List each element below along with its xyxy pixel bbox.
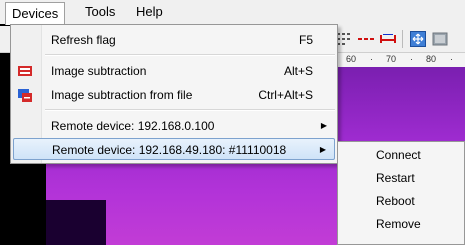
menu-devices[interactable]: Devices — [5, 2, 66, 25]
menubar: Devices Tools Help — [0, 0, 465, 25]
submenu-item-label: Connect — [376, 148, 421, 162]
toolbar-separator — [402, 30, 403, 48]
menu-help[interactable]: Help — [130, 3, 169, 21]
grid-icon[interactable] — [336, 31, 352, 47]
image-subtraction-file-icon — [18, 89, 32, 102]
submenu-item-remove[interactable]: Remove — [340, 213, 460, 235]
ruler-dot: · — [370, 54, 373, 64]
ruler-tick-label: 60 — [346, 54, 357, 64]
submenu-arrow-icon: ▶ — [319, 145, 326, 154]
menu-item-shortcut: Ctrl+Alt+S — [258, 88, 313, 102]
ruler-dot: · — [410, 54, 413, 64]
devices-dropdown: Refresh flag F5 Image subtraction Alt+S … — [10, 24, 338, 164]
dashed-line-icon[interactable] — [358, 31, 374, 47]
menu-separator — [45, 109, 335, 111]
submenu-item-label: Reboot — [376, 194, 415, 208]
ruler-dot: · — [450, 54, 453, 64]
submenu-item-label: Remove — [376, 217, 421, 231]
menu-item-label: Remote device: 192.168.49.180: #11110018 — [52, 143, 287, 157]
menu-item-shortcut: F5 — [298, 33, 313, 47]
menu-item-remote-device-2[interactable]: Remote device: 192.168.49.180: #11110018… — [13, 138, 335, 160]
measure-line-icon[interactable] — [380, 31, 396, 47]
menu-item-image-subtraction[interactable]: Image subtraction Alt+S — [13, 60, 335, 82]
submenu-item-connect[interactable]: Connect — [340, 144, 460, 166]
menu-item-label: Image subtraction — [51, 64, 147, 78]
ruler-tick-label: 80 — [426, 54, 437, 64]
menu-item-image-subtraction-from-file[interactable]: Image subtraction from file Ctrl+Alt+S — [13, 84, 335, 106]
submenu-item-restart[interactable]: Restart — [340, 167, 460, 189]
menu-separator — [45, 54, 335, 56]
menu-item-remote-device-1[interactable]: Remote device: 192.168.0.100 ▶ — [13, 115, 335, 137]
ruler-tick-label: 70 — [386, 54, 397, 64]
fit-screen-icon[interactable] — [410, 31, 426, 47]
remote-device-submenu: Connect Restart Reboot Remove — [337, 141, 465, 245]
ruler: 60 · 70 · 80 · — [320, 53, 465, 68]
image-icon[interactable] — [432, 31, 448, 47]
submenu-arrow-icon: ▶ — [320, 121, 327, 130]
thermal-image-dark-region — [46, 200, 106, 245]
menu-item-label: Remote device: 192.168.0.100 — [51, 119, 215, 133]
menu-item-shortcut: Alt+S — [283, 64, 313, 78]
menu-item-label: Image subtraction from file — [51, 88, 193, 102]
menu-item-refresh-flag[interactable]: Refresh flag F5 — [13, 29, 335, 51]
submenu-item-reboot[interactable]: Reboot — [340, 190, 460, 212]
image-subtraction-icon — [18, 66, 32, 76]
menu-item-label: Refresh flag — [51, 33, 116, 47]
menu-tools[interactable]: Tools — [79, 3, 121, 21]
submenu-item-label: Restart — [376, 171, 415, 185]
